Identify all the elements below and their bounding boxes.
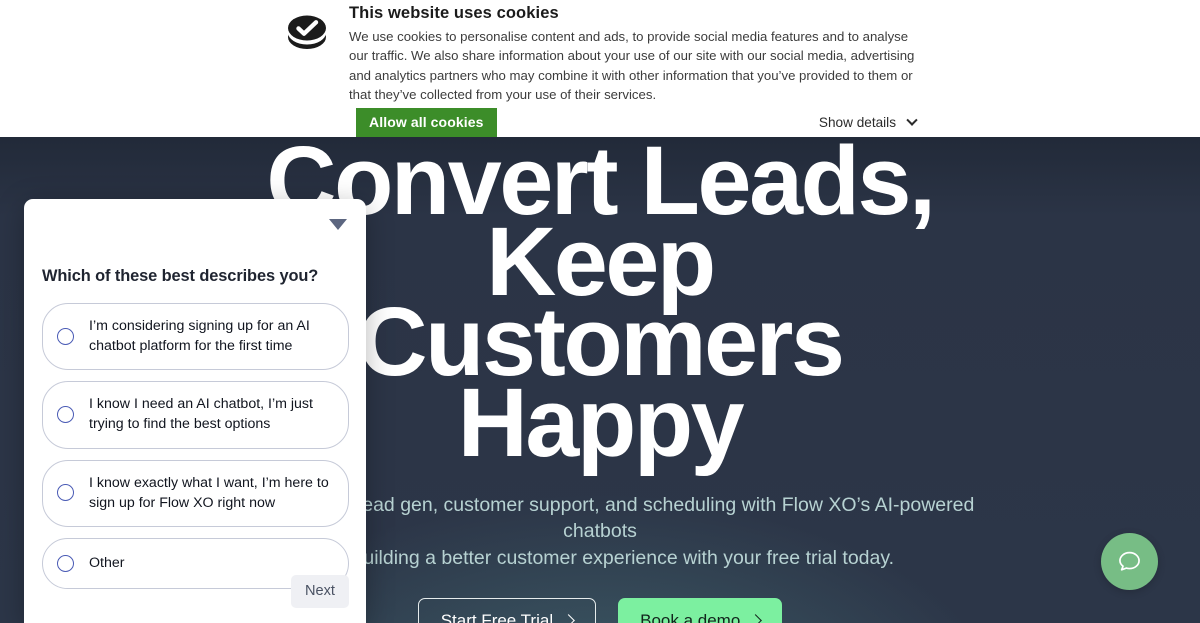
- triangle-down-icon[interactable]: [329, 219, 347, 230]
- chevron-right-icon: [749, 613, 763, 623]
- allow-all-cookies-button[interactable]: Allow all cookies: [356, 108, 497, 137]
- radio-icon[interactable]: [57, 484, 74, 502]
- radio-icon[interactable]: [57, 554, 74, 572]
- survey-options-list: I’m considering signing up for an AI cha…: [42, 303, 349, 600]
- cookie-banner-actions: Allow all cookies Show details: [356, 108, 918, 137]
- book-a-demo-label: Book a demo: [640, 611, 741, 623]
- survey-option-2[interactable]: I know I need an AI chatbot, I’m just tr…: [42, 381, 349, 449]
- survey-popup: Which of these best describes you? I’m c…: [24, 199, 366, 623]
- page-root: Convert Leads, Keep Customers Happy Auto…: [0, 0, 1200, 623]
- survey-option-1[interactable]: I’m considering signing up for an AI cha…: [42, 303, 349, 371]
- cookie-consent-banner: This website uses cookies We use cookies…: [0, 0, 1200, 139]
- cookie-banner-body: We use cookies to personalise content an…: [349, 29, 915, 103]
- show-details-toggle[interactable]: Show details: [818, 114, 918, 130]
- survey-option-label: I know exactly what I want, I’m here to …: [89, 474, 329, 511]
- book-a-demo-button[interactable]: Book a demo: [618, 598, 783, 623]
- survey-option-label: I’m considering signing up for an AI cha…: [89, 318, 310, 355]
- chat-widget-button[interactable]: [1101, 533, 1158, 590]
- next-button[interactable]: Next: [290, 575, 349, 608]
- cookie-check-icon: [284, 10, 330, 54]
- radio-icon[interactable]: [57, 327, 74, 345]
- survey-option-label: I know I need an AI chatbot, I’m just tr…: [89, 396, 313, 433]
- radio-icon[interactable]: [57, 405, 74, 423]
- survey-option-3[interactable]: I know exactly what I want, I’m here to …: [42, 459, 349, 527]
- survey-option-label: Other: [89, 554, 125, 571]
- chevron-right-icon: [562, 613, 575, 623]
- chevron-down-icon: [906, 114, 918, 126]
- survey-question: Which of these best describes you?: [42, 267, 319, 285]
- cookie-check-icon-svg: [288, 15, 326, 49]
- chat-bubble-icon: [1119, 551, 1140, 571]
- start-free-trial-label: Start Free Trial: [440, 611, 554, 623]
- cookie-banner-content: This website uses cookies We use cookies…: [284, 4, 924, 105]
- cookie-banner-text-block: This website uses cookies We use cookies…: [349, 4, 917, 105]
- start-free-trial-button[interactable]: Start Free Trial: [417, 598, 597, 623]
- cookie-banner-title: This website uses cookies: [349, 4, 559, 22]
- show-details-label: Show details: [818, 115, 896, 130]
